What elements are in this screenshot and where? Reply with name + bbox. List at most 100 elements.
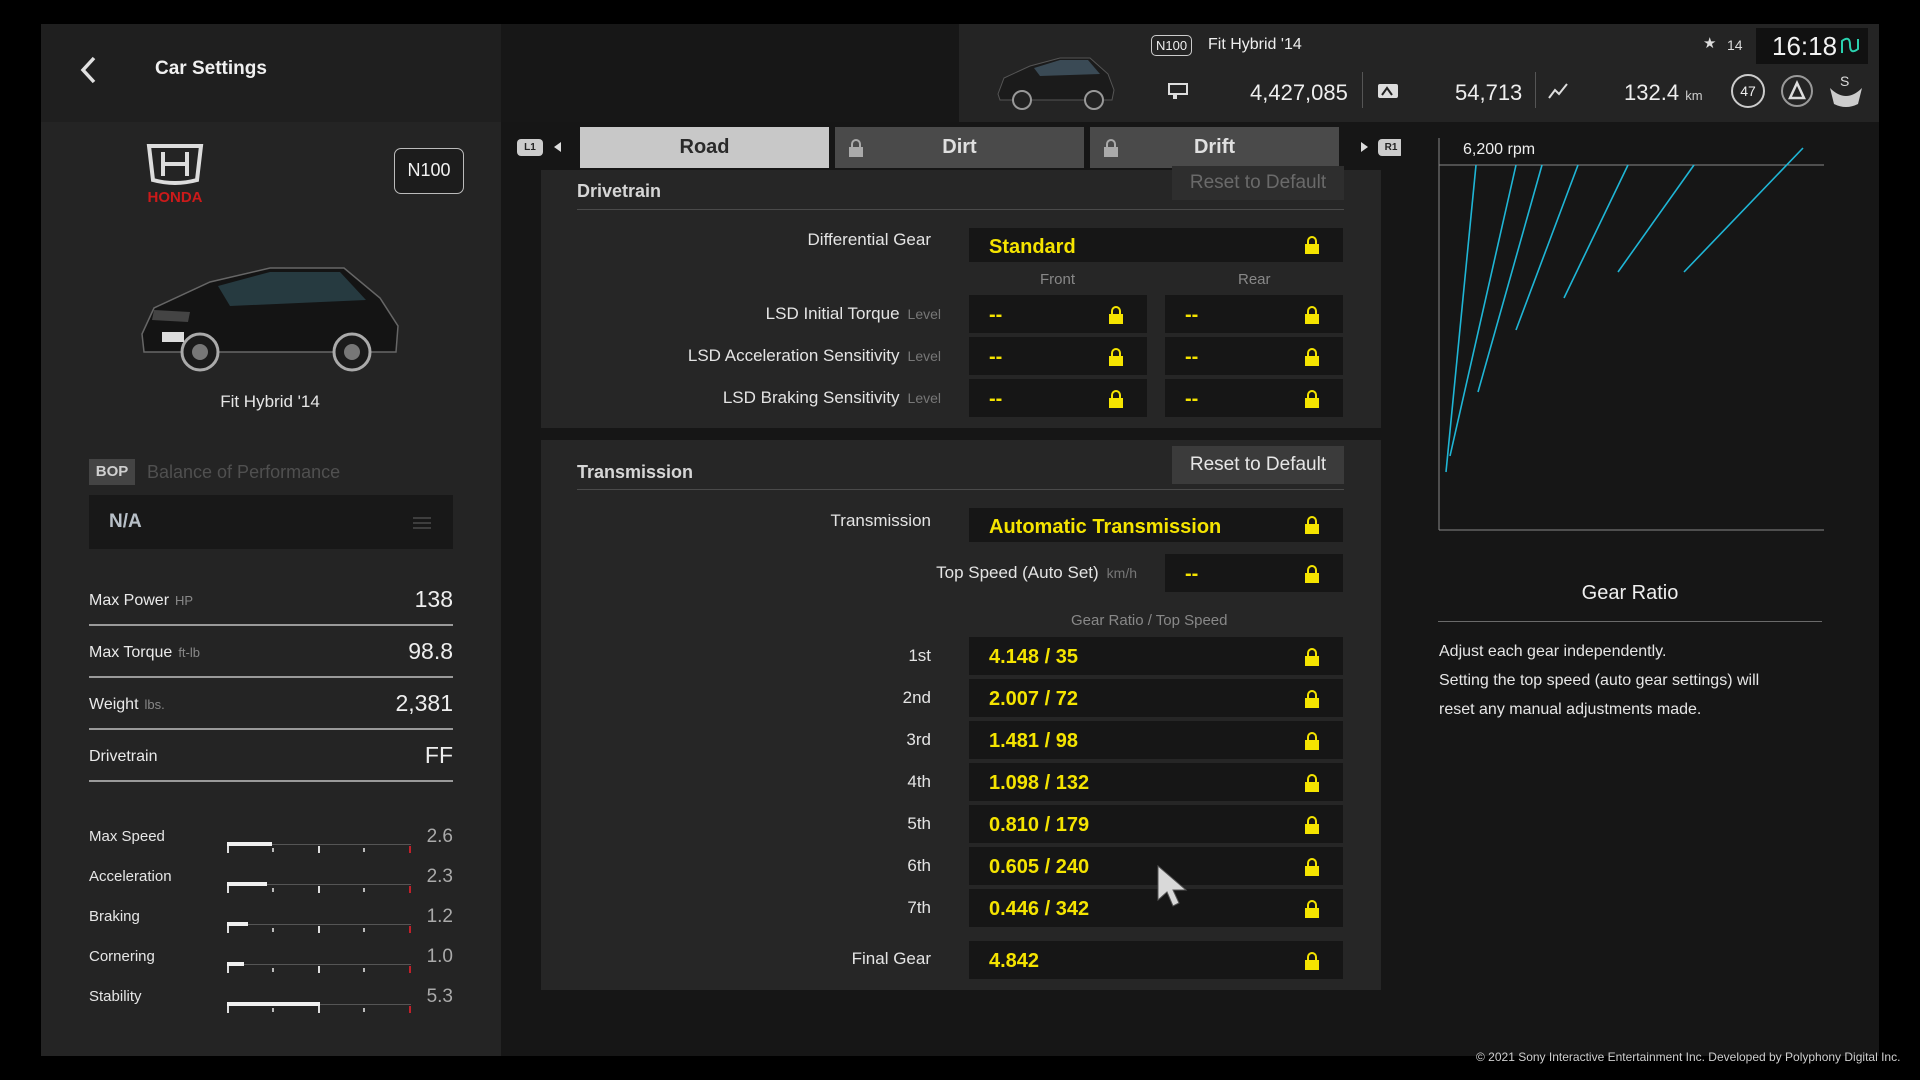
divider (577, 209, 1344, 210)
screen: Car Settings N100 Fit Hybrid '14 4,427,0… (0, 0, 1920, 1080)
spec-label: Max Torque ft-lb (89, 644, 200, 661)
lock-icon (1305, 648, 1319, 666)
lock-icon (1305, 952, 1319, 970)
lock-icon (1305, 774, 1319, 792)
svg-text:HONDA: HONDA (148, 189, 203, 206)
rating-value: 2.3 (426, 866, 453, 887)
car-image (141, 267, 399, 372)
rating-bar (227, 998, 411, 1013)
rating-value: 1.0 (426, 946, 453, 967)
final-gear-field[interactable]: 4.842 (969, 941, 1343, 979)
spec-row: Max Power HP 138 (89, 574, 453, 626)
bop-value-box: N/A (89, 495, 453, 549)
rating-fill (227, 922, 248, 926)
rating-label: Stability (89, 988, 142, 1005)
rating-value: 5.3 (426, 986, 453, 1007)
gear-ratio-field[interactable]: 1.481 / 98 (969, 721, 1343, 759)
transmission-type-field[interactable]: Automatic Transmission (969, 508, 1343, 542)
gear-label: 3rd (906, 730, 931, 749)
gear-label: 5th (907, 814, 931, 833)
lsd-front-field[interactable]: -- (969, 337, 1147, 375)
gear-ratio-field[interactable]: 4.148 / 35 (969, 637, 1343, 675)
lsd-front-field[interactable]: -- (969, 295, 1147, 333)
tab-next-arrow-icon[interactable] (1361, 142, 1368, 152)
lock-icon (1305, 858, 1319, 876)
mileage-icon (1378, 84, 1398, 98)
lock-icon (1109, 306, 1123, 324)
tab-road[interactable]: Road (580, 127, 829, 168)
level-badge[interactable]: 47 (1731, 74, 1765, 108)
top-speed-field[interactable]: -- (1165, 554, 1343, 592)
distance-value: 132.4 km (1624, 80, 1703, 105)
rating-row: Acceleration 2.3 (89, 862, 453, 893)
sportsmanship-rating-icon[interactable]: S (1826, 70, 1866, 110)
divider (1362, 72, 1363, 108)
lock-icon (1305, 348, 1319, 366)
spec-value: 2,381 (395, 690, 453, 716)
page-title: Car Settings (155, 58, 267, 79)
top-speed-label: Top Speed (Auto Set) km/h (936, 563, 1137, 582)
lsd-rear-field[interactable]: -- (1165, 379, 1343, 417)
divider (577, 489, 1344, 490)
drivetrain-reset-button[interactable]: Reset to Default (1172, 166, 1344, 200)
driver-rating-icon[interactable] (1780, 74, 1814, 108)
rating-value: 2.6 (426, 826, 453, 847)
lsd-rear-field[interactable]: -- (1165, 337, 1343, 375)
rating-label: Cornering (89, 948, 155, 965)
gear-label: 1st (908, 646, 931, 665)
divider (1535, 72, 1536, 108)
bop-label: Balance of Performance (147, 462, 341, 482)
gear-ratio-field[interactable]: 0.810 / 179 (969, 805, 1343, 843)
rating-fill (227, 962, 244, 966)
lsd-label: LSD Initial Torque Level (765, 304, 941, 323)
gear-ratio-description-line: reset any manual adjustments made. (1439, 701, 1702, 718)
transmission-title: Transmission (577, 462, 694, 482)
tab-drift[interactable]: Drift (1090, 127, 1339, 168)
gear-ratio-column-header: Gear Ratio / Top Speed (1071, 612, 1228, 629)
gear-label: 4th (907, 772, 931, 791)
clock: 16:18 (1756, 28, 1868, 64)
gear-ratio-field[interactable]: 1.098 / 132 (969, 763, 1343, 801)
gear-ratio-title: Gear Ratio (1581, 582, 1679, 604)
spec-row: Max Torque ft-lb 98.8 (89, 626, 453, 678)
transmission-reset-button[interactable]: Reset to Default (1172, 446, 1344, 484)
header-middle (501, 24, 959, 122)
l1-button-hint: L1 (517, 139, 543, 156)
header-class-badge: N100 (1151, 35, 1193, 56)
tab-dirt[interactable]: Dirt (835, 127, 1084, 168)
spec-label: Max Power HP (89, 592, 194, 609)
lock-icon (1305, 390, 1319, 408)
gear-label: 7th (907, 898, 931, 917)
lock-icon (1305, 732, 1319, 750)
front-column-header: Front (1040, 271, 1076, 288)
differential-gear-field[interactable]: Standard (969, 228, 1343, 262)
lock-icon (1305, 900, 1319, 918)
spec-label: Weight lbs. (89, 696, 165, 713)
transmission-label: Transmission (830, 511, 931, 530)
mileage-value: 54,713 (1455, 80, 1523, 105)
divider (1438, 621, 1822, 622)
gear-ratio-description-line: Setting the top speed (auto gear setting… (1439, 672, 1760, 689)
bop-value: N/A (109, 511, 142, 532)
rpm-label: 6,200 rpm (1463, 141, 1536, 158)
lock-icon (1109, 390, 1123, 408)
rating-label: Max Speed (89, 828, 165, 845)
lsd-front-field[interactable]: -- (969, 379, 1147, 417)
lock-icon (1305, 565, 1319, 583)
lock-icon (1104, 139, 1118, 157)
gear-ratio-field[interactable]: 2.007 / 72 (969, 679, 1343, 717)
rating-fill (227, 882, 267, 886)
distance-graph-icon (1548, 83, 1568, 99)
bop-tag: BOP (89, 459, 135, 485)
connection-icon (1841, 37, 1859, 53)
credits-value: 4,427,085 (1250, 80, 1348, 105)
lock-icon (1305, 816, 1319, 834)
tab-prev-arrow-icon[interactable] (554, 142, 561, 152)
spec-value: 138 (414, 586, 453, 612)
header-left (41, 24, 501, 122)
drivetrain-title: Drivetrain (577, 181, 662, 201)
lsd-rear-field[interactable]: -- (1165, 295, 1343, 333)
star-icon: ★ (1703, 35, 1717, 52)
back-arrow-icon[interactable] (78, 55, 100, 85)
lsd-label: LSD Braking Sensitivity Level (722, 388, 941, 407)
